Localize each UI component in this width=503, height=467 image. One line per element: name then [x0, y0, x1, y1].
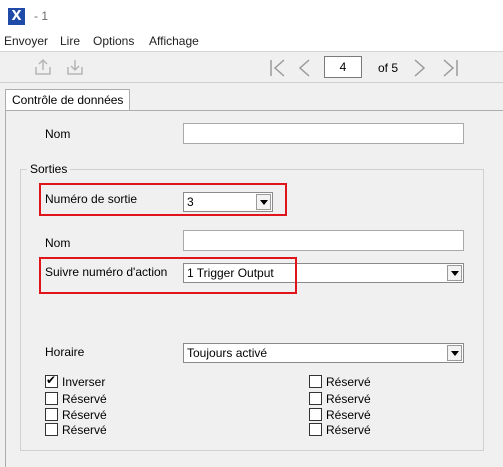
- toolbar: 4 of 5: [0, 52, 503, 82]
- menu-lire[interactable]: Lire: [60, 34, 80, 48]
- first-page-icon[interactable]: [268, 58, 288, 78]
- checkbox-reserve-label: Réservé: [326, 423, 371, 437]
- horaire-label: Horaire: [45, 345, 85, 359]
- checkbox-reserve-left-2[interactable]: [45, 408, 58, 421]
- page-count-label: of 5: [377, 61, 398, 75]
- checkbox-reserve-left-1[interactable]: [45, 392, 58, 405]
- checkbox-reserve-left-3[interactable]: [45, 423, 58, 436]
- checkbox-reserve-label: Réservé: [62, 423, 107, 437]
- highlight-suivre-action: [39, 257, 297, 294]
- checkbox-inverser-label: Inverser: [62, 375, 106, 389]
- checkbox-reserve-label: Réservé: [62, 392, 107, 406]
- checkbox-reserve-right-2[interactable]: [309, 392, 322, 405]
- menu-options[interactable]: Options: [93, 34, 134, 48]
- previous-page-icon[interactable]: [296, 58, 312, 78]
- download-icon[interactable]: [66, 58, 84, 76]
- page-number-input[interactable]: 4: [324, 56, 362, 78]
- highlight-numero-sortie: [39, 183, 287, 216]
- chevron-down-icon[interactable]: [447, 265, 462, 281]
- checkbox-reserve-label: Réservé: [62, 408, 107, 422]
- checkbox-inverser[interactable]: ✔: [45, 373, 58, 388]
- checkbox-reserve-label: Réservé: [326, 408, 371, 422]
- checkbox-reserve-label: Réservé: [326, 375, 371, 389]
- checkbox-reserve-label: Réservé: [326, 392, 371, 406]
- next-page-icon[interactable]: [412, 58, 428, 78]
- sortie-nom-label: Nom: [45, 236, 71, 250]
- horaire-select[interactable]: Toujours activé: [183, 343, 464, 363]
- window-title: - 1: [34, 9, 49, 23]
- sortie-nom-field[interactable]: [183, 230, 464, 251]
- app-logo-icon: X: [8, 8, 25, 25]
- title-bar: X - 1: [0, 0, 503, 32]
- menu-bar: Envoyer Lire Options Affichage: [0, 32, 503, 51]
- menu-affichage[interactable]: Affichage: [149, 34, 199, 48]
- check-icon: ✔: [46, 373, 57, 387]
- last-page-icon[interactable]: [440, 58, 460, 78]
- chevron-down-icon[interactable]: [447, 345, 462, 361]
- sorties-legend: Sorties: [27, 162, 71, 176]
- tab-controle-donnees[interactable]: Contrôle de données: [5, 89, 131, 110]
- nom-field[interactable]: [183, 123, 464, 144]
- horaire-value: Toujours activé: [187, 346, 268, 360]
- nom-label: Nom: [45, 127, 71, 141]
- menu-envoyer[interactable]: Envoyer: [4, 34, 48, 48]
- checkbox-reserve-right-4[interactable]: [309, 423, 322, 436]
- upload-icon[interactable]: [34, 58, 52, 76]
- checkbox-reserve-right-3[interactable]: [309, 408, 322, 421]
- checkbox-reserve-right-1[interactable]: [309, 375, 322, 388]
- toolbar-separator: [0, 82, 503, 83]
